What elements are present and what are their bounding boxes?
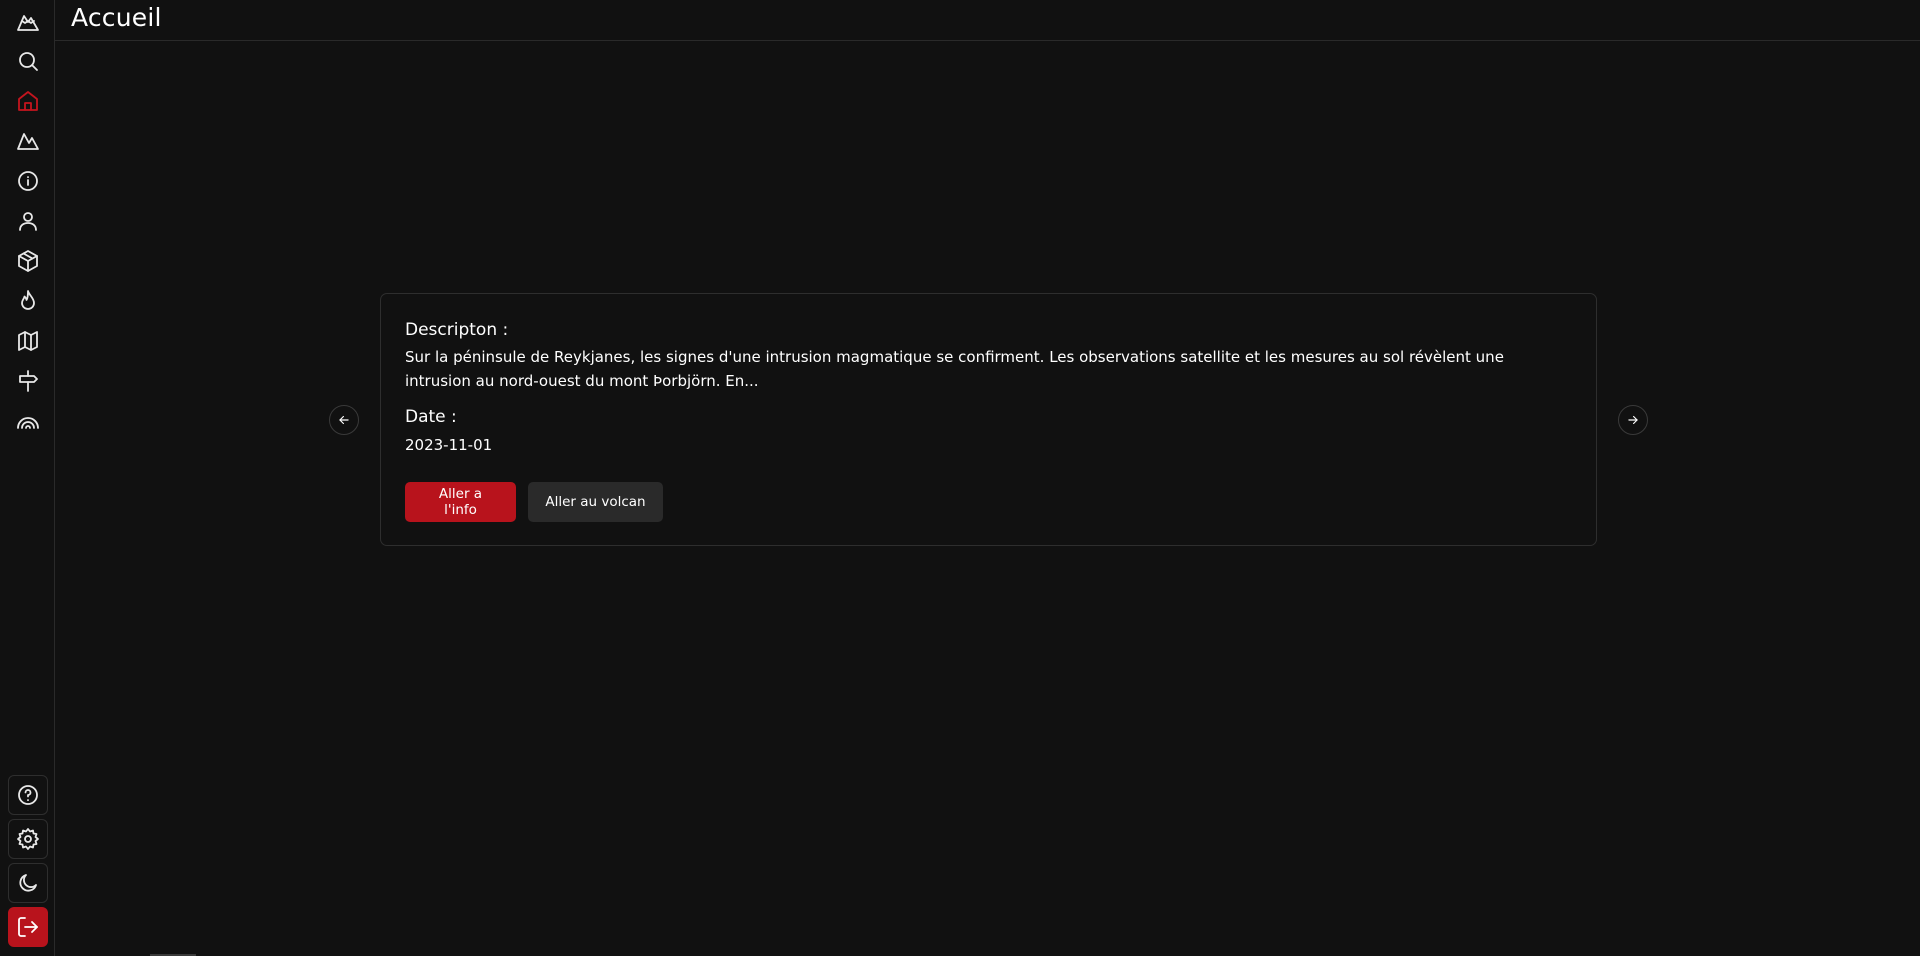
volcano-logo-icon[interactable] — [8, 2, 48, 42]
home-icon[interactable] — [8, 81, 48, 121]
news-card: Descripton : Sur la péninsule de Reykjan… — [380, 293, 1597, 546]
flame-icon[interactable] — [8, 281, 48, 321]
carousel-next-button[interactable] — [1618, 405, 1648, 435]
sidebar — [0, 0, 55, 956]
help-icon[interactable] — [8, 775, 48, 815]
map-icon[interactable] — [8, 321, 48, 361]
date-label: Date : — [405, 407, 457, 427]
mountain-icon[interactable] — [8, 121, 48, 161]
description-text: Sur la péninsule de Reykjanes, les signe… — [405, 348, 1504, 390]
info-icon[interactable] — [8, 161, 48, 201]
go-to-info-button[interactable]: Aller a l'info — [405, 482, 516, 522]
logout-icon[interactable] — [8, 907, 48, 947]
go-to-volcano-button[interactable]: Aller au volcan — [528, 482, 663, 522]
description-label: Descripton : — [405, 320, 509, 340]
rainbow-icon[interactable] — [8, 401, 48, 441]
carousel-prev-button[interactable] — [329, 405, 359, 435]
search-icon[interactable] — [8, 41, 48, 81]
page-title: Accueil — [71, 3, 162, 32]
arrow-left-icon — [339, 415, 349, 425]
date-value: 2023-11-01 — [405, 436, 493, 454]
user-icon[interactable] — [8, 201, 48, 241]
package-icon[interactable] — [8, 241, 48, 281]
moon-icon[interactable] — [8, 863, 48, 903]
settings-icon[interactable] — [8, 819, 48, 859]
signpost-icon[interactable] — [8, 361, 48, 401]
arrow-right-icon — [1628, 415, 1638, 425]
header: Accueil — [55, 0, 1920, 41]
app-root: Accueil Descripton : Sur la péninsule de… — [0, 0, 1920, 956]
